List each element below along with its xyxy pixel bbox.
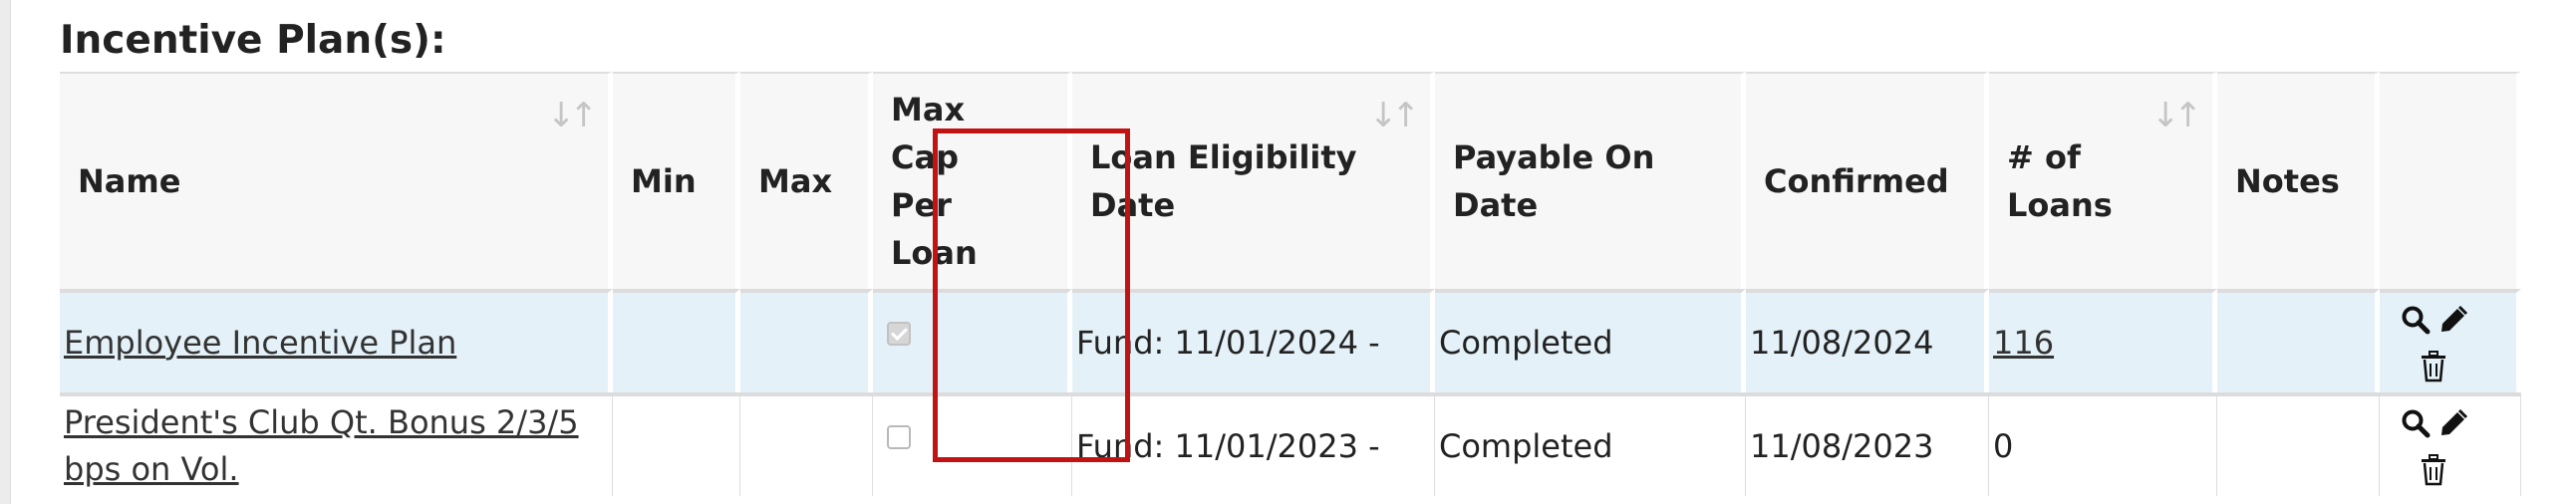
max-cap-checkbox[interactable] bbox=[887, 424, 911, 449]
plan-name-link[interactable]: Employee Incentive Plan bbox=[64, 324, 456, 362]
sort-icon[interactable]: ↓↑ bbox=[1369, 92, 1420, 139]
column-header-max-cap-per-loan: Max Cap Per Loan bbox=[873, 72, 1072, 289]
column-header-loan-eligibility-date[interactable]: ↓↑ Loan Eligibility Date bbox=[1072, 72, 1435, 289]
edit-pencil-icon[interactable] bbox=[2438, 408, 2468, 438]
cell-notes bbox=[2217, 392, 2380, 496]
cell-loan-eligibility-date: Fund: 11/01/2023 - bbox=[1072, 392, 1435, 496]
search-icon[interactable] bbox=[2401, 305, 2431, 335]
column-header-confirmed: Confirmed bbox=[1746, 72, 1989, 289]
cell-notes bbox=[2217, 289, 2380, 392]
loan-count-link[interactable]: 116 bbox=[1993, 324, 2054, 362]
cell-confirmed: 11/08/2023 bbox=[1746, 392, 1989, 496]
trash-icon[interactable] bbox=[2420, 351, 2447, 382]
cell-name: President's Club Qt. Bonus 2/3/5 bps on V… bbox=[60, 392, 613, 496]
header-row: ↓↑ Name Min Max Max Cap Per Loan ↓↑ Loan… bbox=[60, 72, 2521, 289]
cell-num-loans: 0 bbox=[1989, 392, 2217, 496]
cell-actions bbox=[2380, 289, 2521, 392]
cell-max-cap-per-loan bbox=[873, 289, 1072, 392]
trash-icon[interactable] bbox=[2420, 454, 2447, 486]
cell-confirmed: 11/08/2024 bbox=[1746, 289, 1989, 392]
column-header-notes: Notes bbox=[2217, 72, 2380, 289]
cell-max-cap-per-loan bbox=[873, 392, 1072, 496]
sort-icon[interactable]: ↓↑ bbox=[547, 92, 598, 139]
cell-loan-eligibility-date: Fund: 11/01/2024 - bbox=[1072, 289, 1435, 392]
incentive-plans-table: ↓↑ Name Min Max Max Cap Per Loan ↓↑ Loan… bbox=[60, 72, 2521, 496]
table-row: Employee Incentive Plan Fund: 11/01/2024… bbox=[60, 289, 2521, 392]
cell-min bbox=[613, 289, 740, 392]
plan-name-link[interactable]: President's Club Qt. Bonus 2/3/5 bps on V… bbox=[64, 403, 579, 488]
left-frame-border bbox=[0, 0, 11, 504]
cell-name: Employee Incentive Plan bbox=[60, 289, 613, 392]
incentive-plans-table-container: ↓↑ Name Min Max Max Cap Per Loan ↓↑ Loan… bbox=[60, 72, 2521, 504]
column-header-min: Min bbox=[613, 72, 740, 289]
cell-payable-on-date: Completed bbox=[1435, 289, 1746, 392]
row-actions bbox=[2384, 293, 2512, 392]
column-header-actions bbox=[2380, 72, 2521, 289]
sort-icon[interactable]: ↓↑ bbox=[2151, 92, 2202, 139]
cell-num-loans: 116 bbox=[1989, 289, 2217, 392]
cell-actions bbox=[2380, 392, 2521, 496]
cell-max bbox=[740, 289, 873, 392]
row-actions bbox=[2384, 396, 2516, 496]
cell-payable-on-date: Completed bbox=[1435, 392, 1746, 496]
search-icon[interactable] bbox=[2401, 408, 2431, 438]
table-row: President's Club Qt. Bonus 2/3/5 bps on V… bbox=[60, 392, 2521, 496]
column-header-payable-on-date: Payable On Date bbox=[1435, 72, 1746, 289]
edit-pencil-icon[interactable] bbox=[2438, 305, 2468, 335]
column-header-max: Max bbox=[740, 72, 873, 289]
column-header-num-loans[interactable]: ↓↑ # of Loans bbox=[1989, 72, 2217, 289]
max-cap-checkbox[interactable] bbox=[887, 321, 911, 346]
column-header-name[interactable]: ↓↑ Name bbox=[60, 72, 613, 289]
cell-min bbox=[613, 392, 740, 496]
section-title: Incentive Plan(s): bbox=[60, 18, 446, 63]
cell-max bbox=[740, 392, 873, 496]
